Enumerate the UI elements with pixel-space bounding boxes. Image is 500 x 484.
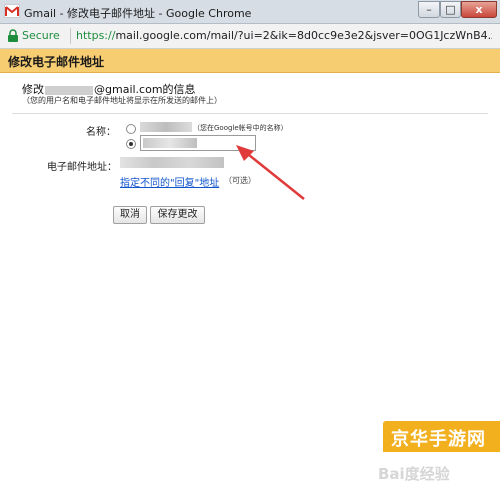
minimize-button[interactable]: –	[418, 1, 440, 18]
reply-to-link[interactable]: 指定不同的"回复"地址	[120, 174, 219, 189]
url-text[interactable]: https://mail.google.com/mail/?ui=2&ik=8d…	[76, 29, 492, 42]
url-path: mail.google.com/mail/?ui=2&ik=8d0cc9e3e2…	[115, 29, 492, 42]
address-divider	[70, 28, 71, 44]
window-titlebar: Gmail - 修改电子邮件地址 - Google Chrome – □ x	[0, 0, 500, 24]
lock-icon	[8, 29, 18, 42]
red-arrow-annotation	[236, 145, 305, 200]
divider	[12, 113, 488, 114]
secure-label: Secure	[22, 29, 60, 42]
redacted-custom-name	[143, 138, 197, 148]
name-label: 名称：	[86, 127, 116, 138]
url-scheme: https://	[76, 29, 116, 42]
intro-subtext: （您的用户名和电子邮件地址将显示在所发送的邮件上）	[22, 96, 222, 105]
dialog-body: 修改 @gmail.com的信息 （您的用户名和电子邮件地址将显示在所发送的邮件上…	[0, 73, 500, 483]
watermark-badge: 京华手游网	[383, 421, 500, 452]
name-option-google-radio[interactable]	[126, 124, 136, 134]
email-label: 电子邮件地址：	[47, 162, 117, 173]
window-title: Gmail - 修改电子邮件地址 - Google Chrome	[24, 7, 252, 20]
address-bar[interactable]: Secure https://mail.google.com/mail/?ui=…	[0, 24, 500, 49]
cancel-button[interactable]: 取消	[113, 206, 147, 224]
google-name-hint: （您在Google帐号中的名称）	[193, 124, 288, 132]
redacted-email-value	[120, 157, 224, 168]
gmail-icon	[4, 4, 20, 18]
redacted-username	[45, 85, 93, 95]
save-changes-button[interactable]: 保存更改	[150, 206, 205, 224]
redacted-google-name	[140, 122, 192, 132]
close-button[interactable]: x	[461, 1, 497, 18]
name-option-custom-radio[interactable]	[126, 139, 136, 149]
dialog-header: 修改电子邮件地址	[0, 49, 500, 73]
watermark-faded: Bai度经验	[378, 465, 450, 483]
dialog-title: 修改电子邮件地址	[8, 55, 105, 69]
watermark-badge-text: 京华手游网	[391, 429, 486, 450]
maximize-button[interactable]: □	[440, 1, 461, 18]
